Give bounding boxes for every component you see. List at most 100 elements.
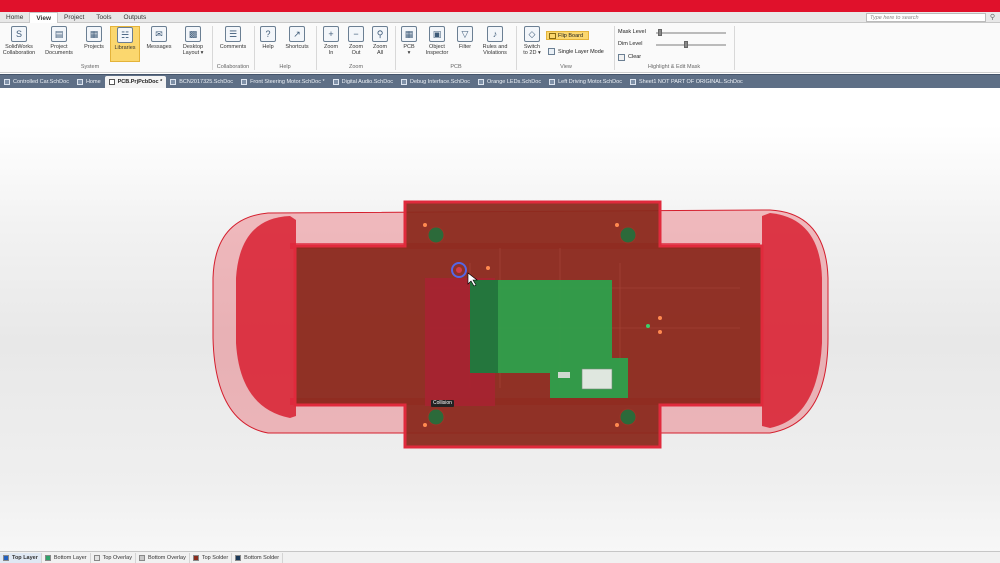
doc-tab-front-steering-motor[interactable]: Front Steering Motor.SchDoc * (237, 76, 329, 88)
filter-label: Filter (458, 44, 472, 50)
group-label-highlight: Highlight & Edit Mask (647, 64, 701, 70)
document-tabs: Controlled Car.SchDoc Home PCB.PrjPcbDoc… (0, 74, 1000, 88)
group-label-view: View (560, 64, 572, 70)
desktop-layout-button[interactable]: ▩ Desktop Layout ▾ (177, 26, 209, 62)
zoom-out-button[interactable]: − Zoom Out (345, 26, 367, 62)
home-icon (76, 78, 83, 85)
help-button[interactable]: ? Help (258, 26, 278, 62)
doc-tab-debug-interface[interactable]: Debug Interface.SchDoc (397, 76, 474, 88)
title-bar (0, 0, 1000, 12)
rules-icon: ♪ (487, 26, 503, 42)
zoom-out-label: Zoom Out (348, 44, 364, 56)
messages-button[interactable]: ✉ Messages (144, 26, 174, 62)
messages-icon: ✉ (151, 26, 167, 42)
mounting-hole (427, 226, 445, 244)
object-inspector-button[interactable]: ▣ Object Inspector (422, 26, 452, 62)
single-layer-icon (548, 48, 555, 55)
libraries-button[interactable]: ☵ Libraries (110, 26, 140, 62)
layer-tab-bottom-overlay[interactable]: Bottom Overlay (136, 552, 190, 563)
layer-tab-top-layer[interactable]: Top Layer (0, 552, 42, 563)
libraries-icon: ☵ (117, 27, 133, 43)
zoom-in-button[interactable]: + Zoom In (320, 26, 342, 62)
doc-tab-left-driving-motor[interactable]: Left Driving Motor.SchDoc (545, 76, 626, 88)
doc-tab-orange-leds[interactable]: Orange LEDs.SchDoc (474, 76, 545, 88)
rules-and-violations-button[interactable]: ♪ Rules and Violations (478, 26, 512, 62)
layer-tab-bottom-solder[interactable]: Bottom Solder (232, 552, 284, 563)
dim-level-thumb[interactable] (684, 41, 688, 48)
doc-tab-bcn[interactable]: BCN2017325.SchDoc (166, 76, 237, 88)
pad (646, 324, 650, 328)
zoom-in-label: Zoom In (323, 44, 339, 56)
projects-button[interactable]: ▦ Projects (80, 26, 108, 62)
desktop-layout-label: Desktop Layout ▾ (182, 44, 204, 56)
clear-button[interactable]: Clear (618, 54, 641, 61)
search-input[interactable]: Type here to search (866, 13, 986, 22)
mask-level-slider[interactable] (656, 29, 726, 36)
ribbon: S SolidWorks Collaboration ▤ Project Doc… (0, 23, 1000, 73)
dim-level-control: Dim Level (618, 40, 733, 49)
doc-tab-pcb[interactable]: PCB.PrjPcbDoc * (104, 75, 167, 88)
single-layer-label: Single Layer Mode (558, 49, 604, 55)
pad (615, 223, 619, 227)
object-inspector-label: Object Inspector (425, 44, 449, 56)
layer-tab-top-overlay[interactable]: Top Overlay (91, 552, 136, 563)
schematic-doc-icon (170, 78, 177, 85)
collision-label: Collision (431, 400, 454, 407)
flip-board-button[interactable]: Flip Board (546, 31, 589, 40)
doc-tab-digital-audio[interactable]: Digital Audio.SchDoc (329, 76, 397, 88)
pcb-3d-canvas[interactable]: Collision (0, 88, 1000, 551)
doc-tab-label: Digital Audio.SchDoc (341, 78, 394, 85)
flip-board-icon (549, 33, 556, 39)
layer-tabs: Top Layer Bottom Layer Top Overlay Botto… (0, 551, 1000, 563)
clear-label: Clear (628, 54, 642, 60)
mask-level-thumb[interactable] (658, 29, 662, 36)
zoom-all-button[interactable]: ⚲ Zoom All (369, 26, 391, 62)
solidworks-collaboration-button[interactable]: S SolidWorks Collaboration (2, 26, 36, 62)
ribbon-separator (395, 26, 396, 70)
filter-button[interactable]: ▽ Filter (455, 26, 475, 62)
comments-button[interactable]: ☰ Comments (216, 26, 250, 62)
menu-tab-view[interactable]: View (29, 11, 59, 23)
shortcuts-button[interactable]: ↗ Shortcuts (282, 26, 312, 62)
layer-tab-top-solder[interactable]: Top Solder (190, 552, 233, 563)
desktop-layout-icon: ▩ (185, 26, 201, 42)
menu-tab-project[interactable]: Project (58, 12, 90, 23)
green-module-shadow (470, 280, 498, 373)
project-documents-button[interactable]: ▤ Project Documents (42, 26, 76, 62)
doc-tab-label: Debug Interface.SchDoc (410, 78, 470, 85)
doc-tab-label: Controlled Car.SchDoc (13, 78, 69, 85)
layer-swatch (44, 554, 51, 561)
pcb-button[interactable]: ▦ PCB ▾ (399, 26, 419, 62)
layer-tab-label: Bottom Solder (244, 554, 280, 561)
dim-level-slider[interactable] (656, 41, 726, 48)
doc-tab-label: Front Steering Motor.SchDoc * (250, 78, 325, 85)
rules-label: Rules and Violations (482, 44, 508, 56)
doc-tab-label: Home (85, 78, 101, 85)
menu-tab-outputs[interactable]: Outputs (117, 12, 152, 23)
doc-tab-label: PCB.PrjPcbDoc * (117, 78, 163, 85)
libraries-label: Libraries (114, 45, 136, 51)
selected-component-core (456, 267, 462, 273)
search-icon[interactable]: ⚲ (988, 13, 997, 22)
comments-label: Comments (219, 44, 247, 50)
doc-tab-controlled-car[interactable]: Controlled Car.SchDoc (0, 76, 73, 88)
doc-tab-label: BCN2017325.SchDoc (179, 78, 234, 85)
group-label-help: Help (279, 64, 291, 70)
layer-tab-label: Top Solder (201, 554, 229, 561)
switch-to-2d-button[interactable]: ◇ Switch to 2D ▾ (519, 26, 545, 62)
menu-tab-tools[interactable]: Tools (90, 12, 117, 23)
help-label: Help (262, 44, 274, 50)
menu-tab-home[interactable]: Home (0, 12, 29, 23)
doc-tab-home[interactable]: Home (73, 76, 105, 88)
mask-level-control: Mask Level (618, 28, 733, 37)
layer-swatch (235, 554, 242, 561)
comments-icon: ☰ (225, 26, 241, 42)
group-label-pcb: PCB (450, 64, 462, 70)
pcb-3d-view (212, 200, 829, 449)
switch-2d-label: Switch to 2D ▾ (523, 44, 541, 56)
app-window: Home View Project Tools Outputs Type her… (0, 0, 1000, 563)
doc-tab-sheet1[interactable]: Sheet1 NOT PART OF ORIGINAL.SchDoc (626, 76, 747, 88)
pad (423, 223, 427, 227)
single-layer-mode-button[interactable]: Single Layer Mode (548, 48, 612, 57)
layer-tab-bottom-layer[interactable]: Bottom Layer (42, 552, 91, 563)
